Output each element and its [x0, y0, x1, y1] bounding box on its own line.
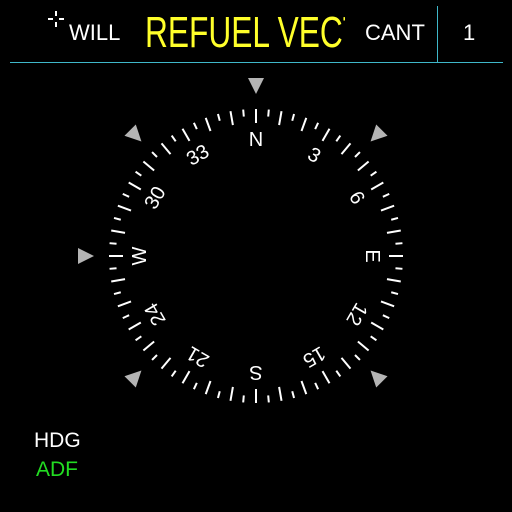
compass-tick [370, 181, 384, 191]
index-marker-270 [78, 248, 94, 264]
compass-tick [192, 122, 198, 130]
compass-tick [386, 229, 401, 234]
compass-tick [300, 117, 308, 132]
compass-tick [151, 151, 158, 158]
compass-tick [300, 380, 308, 395]
compass-tick [151, 354, 158, 361]
compass-tick [380, 300, 395, 308]
compass-tick [117, 204, 132, 212]
compass-tick [390, 216, 399, 221]
compass-tick [357, 160, 370, 172]
compass-tick [117, 300, 132, 308]
heading-label-210: 21 [183, 341, 213, 371]
compass-tick [291, 113, 296, 122]
compass-tick [267, 395, 270, 403]
compass-tick [122, 192, 130, 198]
compass-tick [113, 216, 122, 221]
heading-label-30: 3 [304, 143, 325, 168]
compass-tick [382, 192, 390, 198]
compass-tick [113, 291, 122, 296]
heading-label-240: 24 [140, 299, 170, 329]
heading-label-90: E [361, 249, 383, 262]
heading-label-150: 15 [299, 341, 329, 371]
heading-label-270: W [129, 246, 151, 265]
compass-tick [380, 204, 395, 212]
index-marker-315 [124, 124, 142, 142]
compass-tick [204, 117, 212, 132]
heading-label-180: S [249, 361, 262, 383]
compass-tick [357, 340, 370, 352]
compass-tick [135, 335, 142, 342]
compass-tick [267, 109, 270, 117]
compass-tick [111, 278, 126, 283]
compass-tick [382, 314, 390, 320]
compass-tick [340, 142, 352, 155]
compass-tick [370, 170, 377, 177]
compass-tick [321, 128, 331, 142]
compass-tick [340, 357, 352, 370]
compass-tick [109, 242, 117, 245]
compass-tick [192, 382, 198, 390]
index-marker-135 [370, 370, 388, 388]
heading-label-0: N [249, 129, 263, 151]
compass-tick [242, 109, 245, 117]
hdg-mode-label[interactable]: HDG [34, 429, 81, 453]
index-marker-225 [124, 370, 142, 388]
heading-label-60: 6 [344, 188, 369, 209]
compass-tick [291, 390, 296, 399]
mfd-screen: WILL REFUEL VECTOR CANT 1 N36E1215S2124W… [0, 0, 512, 512]
compass-tick [216, 113, 221, 122]
compass-tick [109, 267, 117, 270]
compass-tick [335, 370, 342, 377]
compass-tick [111, 229, 126, 234]
heading-label-120: 12 [341, 299, 371, 329]
compass-tick [216, 390, 221, 399]
compass-tick [128, 181, 142, 191]
compass-tick [354, 354, 361, 361]
compass-ticks [109, 109, 403, 403]
index-marker-0 [248, 78, 264, 94]
compass-tick [128, 321, 142, 331]
heading-label-300: 30 [140, 183, 170, 213]
compass-tick [242, 395, 245, 403]
compass-tick [181, 370, 191, 384]
compass-tick [160, 142, 172, 155]
compass-tick [170, 135, 177, 142]
index-marker-45 [370, 124, 388, 142]
compass-tick [354, 151, 361, 158]
compass-tick [122, 314, 130, 320]
compass-tick [142, 160, 155, 172]
compass-tick [170, 370, 177, 377]
adf-mode-label[interactable]: ADF [36, 458, 78, 482]
compass-tick [142, 340, 155, 352]
compass-tick [278, 386, 283, 401]
compass-tick [395, 267, 403, 270]
compass-tick [160, 357, 172, 370]
compass-tick [390, 291, 399, 296]
compass-tick [314, 382, 320, 390]
compass-tick [386, 278, 401, 283]
compass-tick [278, 111, 283, 126]
compass-tick [229, 386, 234, 401]
compass-tick [204, 380, 212, 395]
compass-tick [321, 370, 331, 384]
compass-tick [229, 111, 234, 126]
compass-tick [335, 135, 342, 142]
compass-tick [135, 170, 142, 177]
compass-tick [395, 242, 403, 245]
compass-tick [314, 122, 320, 130]
compass-tick [370, 321, 384, 331]
compass-labels: N 36 E 12 15 S 21 24 W 30 33 [129, 129, 383, 383]
heading-label-330: 33 [183, 140, 213, 170]
compass-tick [181, 128, 191, 142]
compass-tick [370, 335, 377, 342]
